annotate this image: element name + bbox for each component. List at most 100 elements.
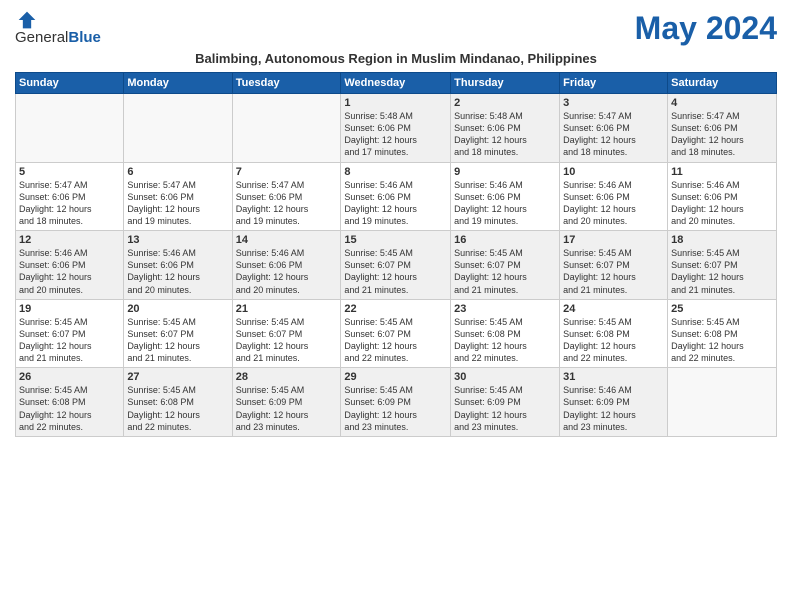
day-info: Sunrise: 5:45 AMSunset: 6:07 PMDaylight:…	[344, 316, 447, 365]
day-info: Sunrise: 5:45 AMSunset: 6:08 PMDaylight:…	[563, 316, 664, 365]
calendar-body: 1Sunrise: 5:48 AMSunset: 6:06 PMDaylight…	[16, 94, 777, 437]
day-number: 23	[454, 303, 556, 315]
day-info: Sunrise: 5:46 AMSunset: 6:06 PMDaylight:…	[19, 247, 120, 296]
day-cell: 25Sunrise: 5:45 AMSunset: 6:08 PMDayligh…	[668, 299, 777, 368]
logo-text: GeneralBlue	[15, 30, 101, 47]
day-number: 30	[454, 371, 556, 383]
day-info: Sunrise: 5:47 AMSunset: 6:06 PMDaylight:…	[19, 179, 120, 228]
month-title: May 2024	[635, 10, 777, 47]
day-cell: 20Sunrise: 5:45 AMSunset: 6:07 PMDayligh…	[124, 299, 232, 368]
day-number: 19	[19, 303, 120, 315]
day-number: 27	[127, 371, 228, 383]
day-cell: 31Sunrise: 5:46 AMSunset: 6:09 PMDayligh…	[560, 368, 668, 437]
day-info: Sunrise: 5:48 AMSunset: 6:06 PMDaylight:…	[454, 110, 556, 159]
day-cell: 12Sunrise: 5:46 AMSunset: 6:06 PMDayligh…	[16, 231, 124, 300]
day-number: 1	[344, 97, 447, 109]
week-row-5: 26 Sunrise: 5:45 AMSunset: 6:08 PMDayligh…	[16, 368, 777, 437]
day-info: Sunrise: 5:45 AMSunset: 6:08 PMDaylight:…	[127, 384, 228, 433]
day-info: Sunrise: 5:46 AMSunset: 6:06 PMDaylight:…	[236, 247, 338, 296]
col-tuesday: Tuesday	[232, 73, 341, 94]
day-cell: 19Sunrise: 5:45 AMSunset: 6:07 PMDayligh…	[16, 299, 124, 368]
day-info: Sunrise: 5:45 AMSunset: 6:09 PMDaylight:…	[236, 384, 338, 433]
day-cell: 9Sunrise: 5:46 AMSunset: 6:06 PMDaylight…	[451, 162, 560, 231]
logo-blue: Blue	[68, 29, 101, 46]
calendar-header: Sunday Monday Tuesday Wednesday Thursday…	[16, 73, 777, 94]
day-cell: 28Sunrise: 5:45 AMSunset: 6:09 PMDayligh…	[232, 368, 341, 437]
day-info: Sunrise: 5:47 AMSunset: 6:06 PMDaylight:…	[671, 110, 773, 159]
day-info: Sunrise: 5:45 AMSunset: 6:08 PMDaylight:…	[671, 316, 773, 365]
day-cell: 11Sunrise: 5:46 AMSunset: 6:06 PMDayligh…	[668, 162, 777, 231]
day-info: Sunrise: 5:45 AMSunset: 6:07 PMDaylight:…	[344, 247, 447, 296]
day-number: 11	[671, 166, 773, 178]
calendar: Sunday Monday Tuesday Wednesday Thursday…	[15, 72, 777, 437]
day-cell: 8Sunrise: 5:46 AMSunset: 6:06 PMDaylight…	[341, 162, 451, 231]
day-number: 29	[344, 371, 447, 383]
day-cell	[668, 368, 777, 437]
day-info: Sunrise: 5:45 AMSunset: 6:09 PMDaylight:…	[454, 384, 556, 433]
day-number: 28	[236, 371, 338, 383]
day-cell: 10Sunrise: 5:46 AMSunset: 6:06 PMDayligh…	[560, 162, 668, 231]
day-info: Sunrise: 5:46 AMSunset: 6:06 PMDaylight:…	[344, 179, 447, 228]
col-sunday: Sunday	[16, 73, 124, 94]
day-cell: 26Sunrise: 5:45 AMSunset: 6:08 PMDayligh…	[16, 368, 124, 437]
day-number: 18	[671, 234, 773, 246]
day-cell: 22Sunrise: 5:45 AMSunset: 6:07 PMDayligh…	[341, 299, 451, 368]
day-cell: 5Sunrise: 5:47 AMSunset: 6:06 PMDaylight…	[16, 162, 124, 231]
day-number: 6	[127, 166, 228, 178]
col-wednesday: Wednesday	[341, 73, 451, 94]
day-cell: 29Sunrise: 5:45 AMSunset: 6:09 PMDayligh…	[341, 368, 451, 437]
day-number: 12	[19, 234, 120, 246]
day-cell	[16, 94, 124, 163]
day-cell: 27Sunrise: 5:45 AMSunset: 6:08 PMDayligh…	[124, 368, 232, 437]
day-info: Sunrise: 5:47 AMSunset: 6:06 PMDaylight:…	[236, 179, 338, 228]
col-saturday: Saturday	[668, 73, 777, 94]
page: GeneralBlue May 2024 Balimbing, Autonomo…	[0, 0, 792, 612]
day-info: Sunrise: 5:46 AMSunset: 6:06 PMDaylight:…	[454, 179, 556, 228]
day-number: 9	[454, 166, 556, 178]
day-cell: 7Sunrise: 5:47 AMSunset: 6:06 PMDaylight…	[232, 162, 341, 231]
day-info: Sunrise: 5:45 AMSunset: 6:07 PMDaylight:…	[671, 247, 773, 296]
day-cell: 2Sunrise: 5:48 AMSunset: 6:06 PMDaylight…	[451, 94, 560, 163]
subtitle: Balimbing, Autonomous Region in Muslim M…	[15, 51, 777, 66]
day-info: Sunrise: 5:48 AMSunset: 6:06 PMDaylight:…	[344, 110, 447, 159]
week-row-3: 12Sunrise: 5:46 AMSunset: 6:06 PMDayligh…	[16, 231, 777, 300]
day-number: 2	[454, 97, 556, 109]
col-thursday: Thursday	[451, 73, 560, 94]
day-number: 17	[563, 234, 664, 246]
day-number: 3	[563, 97, 664, 109]
day-cell: 6Sunrise: 5:47 AMSunset: 6:06 PMDaylight…	[124, 162, 232, 231]
day-cell: 1Sunrise: 5:48 AMSunset: 6:06 PMDaylight…	[341, 94, 451, 163]
day-cell: 15Sunrise: 5:45 AMSunset: 6:07 PMDayligh…	[341, 231, 451, 300]
day-cell: 16Sunrise: 5:45 AMSunset: 6:07 PMDayligh…	[451, 231, 560, 300]
day-info: Sunrise: 5:46 AMSunset: 6:06 PMDaylight:…	[563, 179, 664, 228]
day-number: 24	[563, 303, 664, 315]
day-info: Sunrise: 5:45 AMSunset: 6:07 PMDaylight:…	[236, 316, 338, 365]
week-row-1: 1Sunrise: 5:48 AMSunset: 6:06 PMDaylight…	[16, 94, 777, 163]
col-friday: Friday	[560, 73, 668, 94]
day-info: Sunrise: 5:46 AMSunset: 6:06 PMDaylight:…	[127, 247, 228, 296]
day-info: Sunrise: 5:45 AMSunset: 6:09 PMDaylight:…	[344, 384, 447, 433]
header: GeneralBlue May 2024	[15, 10, 777, 47]
day-number: 10	[563, 166, 664, 178]
day-number: 15	[344, 234, 447, 246]
day-number: 5	[19, 166, 120, 178]
day-cell: 13Sunrise: 5:46 AMSunset: 6:06 PMDayligh…	[124, 231, 232, 300]
day-number: 26	[19, 371, 120, 383]
logo-general: General	[15, 29, 68, 46]
day-info: Sunrise: 5:45 AMSunset: 6:07 PMDaylight:…	[127, 316, 228, 365]
day-info: Sunrise: 5:45 AMSunset: 6:07 PMDaylight:…	[19, 316, 120, 365]
logo: GeneralBlue	[15, 10, 101, 47]
day-info: Sunrise: 5:46 AMSunset: 6:09 PMDaylight:…	[563, 384, 664, 433]
day-cell	[124, 94, 232, 163]
col-monday: Monday	[124, 73, 232, 94]
day-number: 8	[344, 166, 447, 178]
day-cell: 17Sunrise: 5:45 AMSunset: 6:07 PMDayligh…	[560, 231, 668, 300]
day-cell: 24Sunrise: 5:45 AMSunset: 6:08 PMDayligh…	[560, 299, 668, 368]
day-info: Sunrise: 5:47 AMSunset: 6:06 PMDaylight:…	[563, 110, 664, 159]
day-number: 14	[236, 234, 338, 246]
day-number: 16	[454, 234, 556, 246]
day-cell: 14Sunrise: 5:46 AMSunset: 6:06 PMDayligh…	[232, 231, 341, 300]
day-number: 20	[127, 303, 228, 315]
day-number: 31	[563, 371, 664, 383]
day-info: Sunrise: 5:45 AMSunset: 6:07 PMDaylight:…	[563, 247, 664, 296]
